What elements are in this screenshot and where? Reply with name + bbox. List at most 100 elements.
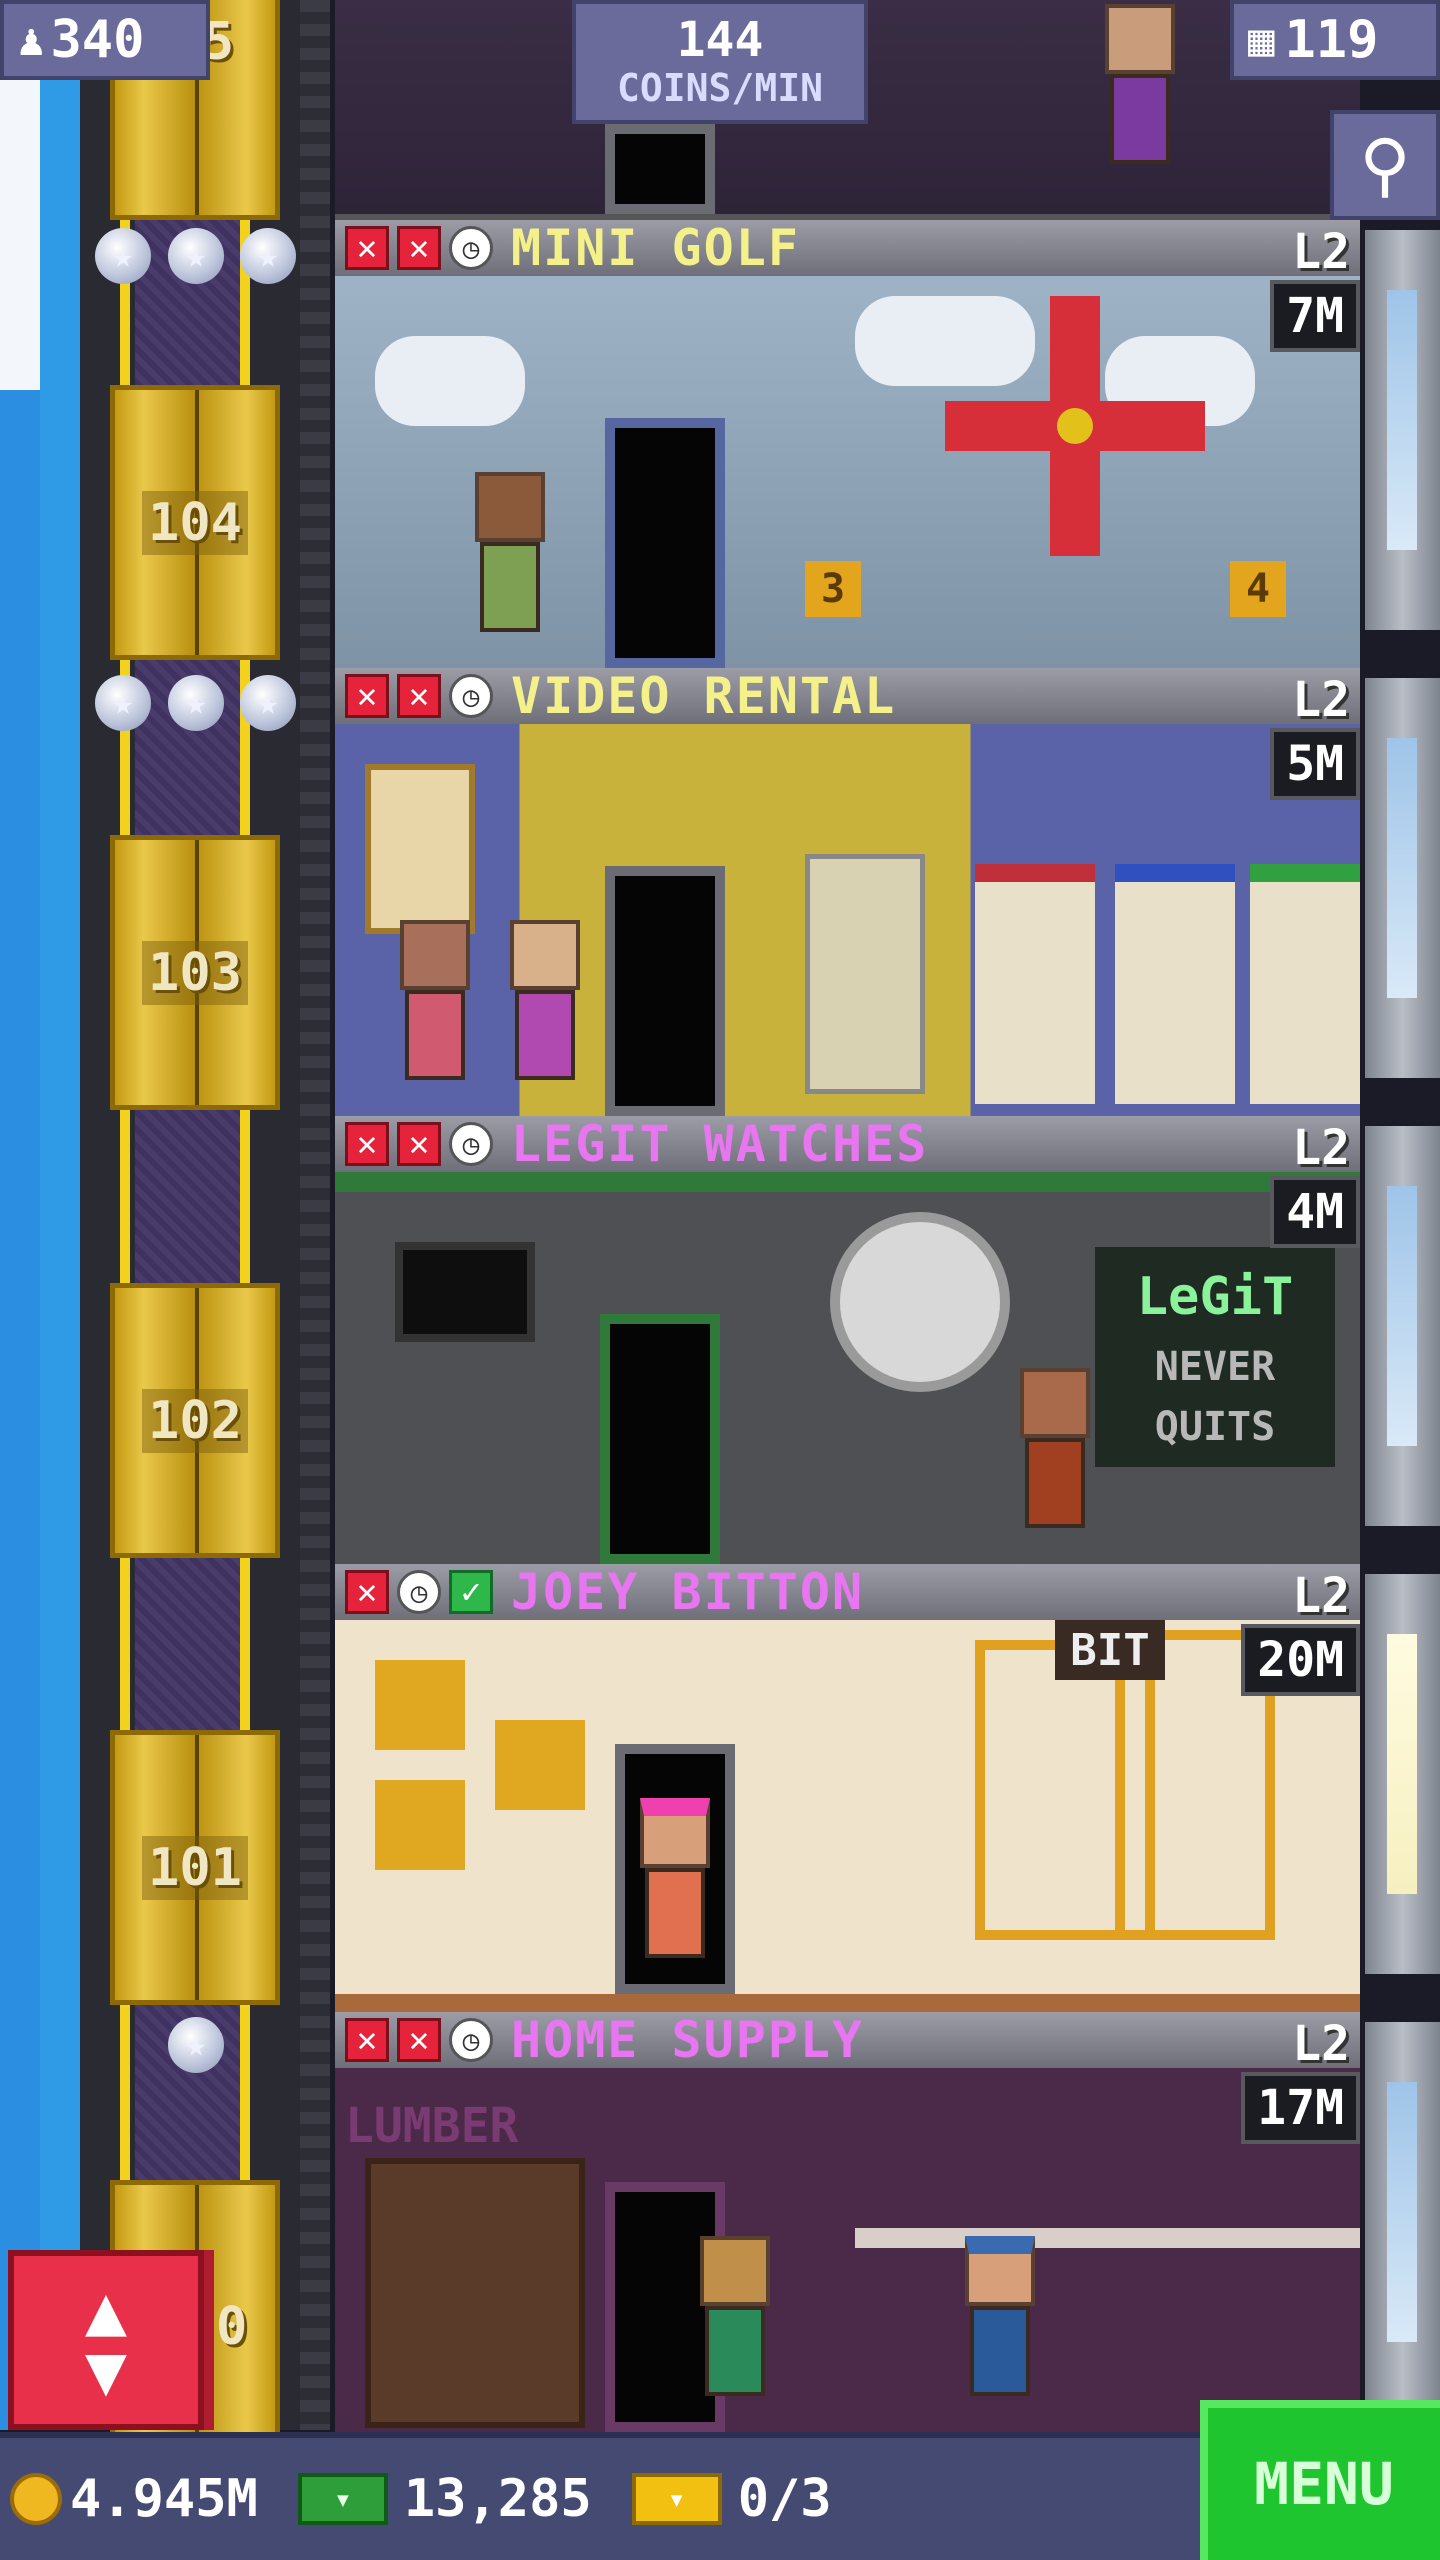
elevator-car[interactable]: 104 (110, 385, 280, 660)
elevator-floor-number: 104 (142, 490, 248, 555)
resident-sprite[interactable] (500, 920, 590, 1110)
window-pane (1387, 738, 1417, 998)
coins-per-min-value: 144 (676, 12, 764, 68)
elevator-floor-number: 0 (216, 2297, 248, 2357)
elevator-car[interactable]: 101 (110, 1730, 280, 2005)
shaft-pillar (300, 0, 330, 2430)
legit-sign: LeGiT NEVER QUITS (1095, 1247, 1335, 1467)
zoom-button[interactable]: ⚲ (1330, 110, 1440, 220)
resident-sprite[interactable] (1010, 1368, 1100, 1558)
menu-button[interactable]: MENU (1200, 2400, 1440, 2560)
shop-sign: BIT (1055, 1620, 1165, 1680)
resident-body (480, 542, 540, 632)
floor-room: LUMBER (335, 2068, 1360, 2432)
ticket-icon: ▾ (631, 2473, 722, 2525)
waiting-star-icon: ★ (168, 675, 224, 731)
coins-display[interactable]: 4.945M (10, 2469, 258, 2529)
floors-count: 119 (1284, 10, 1379, 70)
floor-room: LeGiT NEVER QUITS (335, 1172, 1360, 1564)
waiting-star-icon: ★ (168, 228, 224, 284)
floor-level: L2 (1292, 2016, 1350, 2072)
status-x-icon: ✕ (345, 674, 389, 718)
resident-sprite[interactable] (630, 1798, 720, 1988)
floor-video-rental[interactable]: ✕ ✕ ◷ VIDEO RENTAL L2 5M (335, 668, 1360, 1116)
resident-sprite[interactable] (690, 2236, 780, 2426)
coins-value: 4.945M (70, 2469, 258, 2529)
floor-header: ✕ ◷ ✓ JOEY BITTON L2 (335, 1564, 1360, 1624)
floor-mini-golf[interactable]: ✕ ✕ ◷ MINI GOLF L2 3 4 7M (335, 220, 1360, 668)
sign-text: NEVER (1154, 1344, 1276, 1390)
floor-header: ✕ ✕ ◷ VIDEO RENTAL L2 (335, 668, 1360, 728)
floor-level: L2 (1292, 672, 1350, 728)
shaft-rail-right (240, 0, 250, 2430)
resident-head (1020, 1368, 1090, 1438)
sign-text: QUITS (1154, 1404, 1276, 1450)
population-count: 340 (50, 10, 145, 70)
coins-per-min-unit: COINS/MIN (617, 66, 823, 110)
resident-head (1105, 4, 1175, 74)
video-shelf (1250, 864, 1360, 1104)
floor-door (600, 1314, 720, 1564)
status-x-icon: ✕ (397, 2018, 441, 2062)
floor-room (335, 724, 1360, 1116)
coins-per-min-badge[interactable]: 144 COINS/MIN (572, 0, 868, 124)
population-icon: ♟ (18, 14, 45, 66)
clock-icon: ◷ (397, 1570, 441, 1614)
floor-door (605, 418, 725, 668)
elevator-car[interactable]: 103 (110, 835, 280, 1110)
resident-sprite[interactable] (1095, 4, 1185, 194)
building-icon: ▦ (1248, 14, 1275, 66)
elevator-car[interactable]: 102 (110, 1283, 280, 1558)
resident-body (515, 990, 575, 1080)
status-x-icon: ✕ (345, 1570, 389, 1614)
resident-sprite[interactable] (390, 920, 480, 1110)
exterior-window (1365, 1126, 1440, 1526)
floor-home-supply[interactable]: ✕ ✕ ◷ HOME SUPPLY L2 LUMBER 17M (335, 2012, 1360, 2432)
stock-tag: 7M (1270, 280, 1360, 352)
resident-head (965, 2236, 1035, 2306)
lumber-rack (365, 2158, 585, 2428)
bux-display[interactable]: ▾ 13,285 (297, 2469, 592, 2529)
population-badge[interactable]: ♟ 340 (0, 0, 210, 80)
hole-sign: 3 (805, 561, 861, 617)
floor-header: ✕ ✕ ◷ LEGIT WATCHES L2 (335, 1116, 1360, 1176)
floor-level: L2 (1292, 224, 1350, 280)
tickets-display[interactable]: ▾ 0/3 (631, 2469, 832, 2529)
resident-head (400, 920, 470, 990)
sign-text: LeGiT (1136, 1267, 1294, 1327)
clock-decor (830, 1212, 1010, 1392)
arrow-down-icon: ▼ (84, 2329, 128, 2411)
clock-icon: ◷ (449, 2018, 493, 2062)
status-x-icon: ✕ (345, 1122, 389, 1166)
elevator-button[interactable]: ▲ ▼ (8, 2250, 204, 2430)
resident-sprite[interactable] (465, 472, 555, 662)
floors-badge[interactable]: ▦ 119 (1230, 0, 1440, 80)
coin-icon (10, 2473, 62, 2525)
lumber-sign: LUMBER (345, 2098, 519, 2154)
floor-name: VIDEO RENTAL (511, 668, 897, 725)
status-x-icon: ✕ (397, 674, 441, 718)
bux-icon: ▾ (297, 2473, 388, 2525)
floor-name: LEGIT WATCHES (511, 1116, 929, 1173)
resident-sprite[interactable] (955, 2236, 1045, 2426)
window-pane (1387, 1186, 1417, 1446)
resident-head (700, 2236, 770, 2306)
poster-decor (365, 764, 475, 934)
floor-door (605, 866, 725, 1116)
magnifier-icon: ⚲ (1359, 124, 1411, 206)
floor-level: L2 (1292, 1568, 1350, 1624)
window-pane (1387, 290, 1417, 550)
video-shelf (975, 864, 1095, 1104)
resident-body (1110, 74, 1170, 164)
floor-level: L2 (1292, 1120, 1350, 1176)
hole-sign: 4 (1230, 561, 1286, 617)
stock-tag: 17M (1241, 2072, 1360, 2144)
floor-joey-bitton[interactable]: ✕ ◷ ✓ JOEY BITTON L2 BIT 20M (335, 1564, 1360, 2012)
shaft-rail-left (120, 0, 130, 2430)
floor-legit-watches[interactable]: ✕ ✕ ◷ LEGIT WATCHES L2 LeGiT NEVER QUITS… (335, 1116, 1360, 1564)
exterior-window (1365, 230, 1440, 630)
clock-icon: ◷ (449, 1122, 493, 1166)
video-shelf (1115, 864, 1235, 1104)
status-x-icon: ✕ (397, 226, 441, 270)
elevator-floor-number: 102 (142, 1388, 248, 1453)
